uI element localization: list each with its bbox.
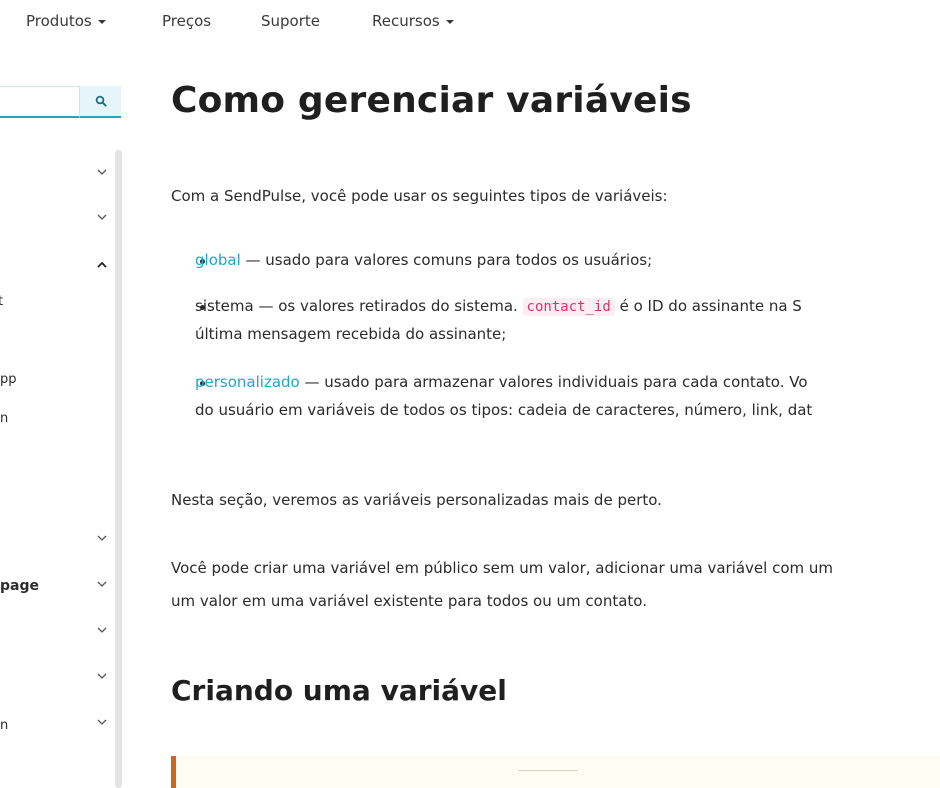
list-item-continuation: do usuário em variáveis de todos os tipo… [195,401,813,419]
list-item-text: — usado para armazenar valores individua… [299,373,808,391]
paragraph: Nesta seção, veremos as variáveis person… [171,491,662,509]
nav-produtos-label: Produtos [26,12,92,30]
section-heading: Criando uma variável [171,674,507,707]
list-item-text: é o ID do assinante na S [614,297,802,315]
search-button[interactable] [80,86,121,118]
sidebar-item-label[interactable]: n [0,718,8,733]
chevron-down-icon[interactable] [96,624,108,636]
list-item-text: — usado para valores comuns para todos o… [240,251,653,269]
nav-suporte[interactable]: Suporte [261,12,320,30]
paragraph: Você pode criar uma variável em público … [171,559,834,577]
chevron-down-icon[interactable] [96,211,108,223]
search-input[interactable] [0,86,80,118]
note-text-fragment [518,770,578,776]
chevron-down-icon[interactable] [96,578,108,590]
search-icon [95,95,107,107]
caret-down-icon [445,20,454,24]
sidebar-item-label[interactable]: pp [0,372,17,387]
chevron-down-icon[interactable] [96,670,108,682]
nav-precos-label: Preços [162,12,212,30]
list-item: sistema — os valores retirados do sistem… [195,292,802,321]
note-callout [171,756,940,788]
sidebar-item-label[interactable]: t [0,294,3,309]
chevron-down-icon[interactable] [96,166,108,178]
list-item-term: sistema [195,297,254,315]
nav-recursos[interactable]: Recursos [372,12,454,30]
intro-paragraph: Com a SendPulse, você pode usar os segui… [171,187,668,205]
paragraph: um valor em uma variável existente para … [171,592,647,610]
nav-recursos-label: Recursos [372,12,440,30]
top-nav: Produtos Preços Suporte Recursos [0,0,940,44]
caret-down-icon [97,20,106,24]
chevron-up-icon[interactable] [96,259,108,271]
page-title: Como gerenciar variáveis [171,80,692,121]
nav-produtos[interactable]: Produtos [26,12,106,30]
chevron-down-icon[interactable] [96,716,108,728]
list-item-continuation: última mensagem recebida do assinante; [195,325,507,343]
sidebar-item-label[interactable]: page [0,578,39,594]
nav-precos[interactable]: Preços [162,12,211,30]
nav-suporte-label: Suporte [261,12,321,30]
sidebar: t pp n page n [0,66,125,788]
link-personalizado[interactable]: personalizado [195,373,300,391]
sidebar-item-label[interactable]: n [0,411,8,426]
link-global[interactable]: global [195,251,241,269]
list-item: global — usado para valores comuns para … [195,246,652,274]
chevron-down-icon[interactable] [96,532,108,544]
sidebar-scrollbar[interactable] [115,150,122,788]
list-item: personalizado — usado para armazenar val… [195,368,808,396]
code-contact-id: contact_id [522,298,615,316]
list-item-text: — os valores retirados do sistema. [253,297,523,315]
